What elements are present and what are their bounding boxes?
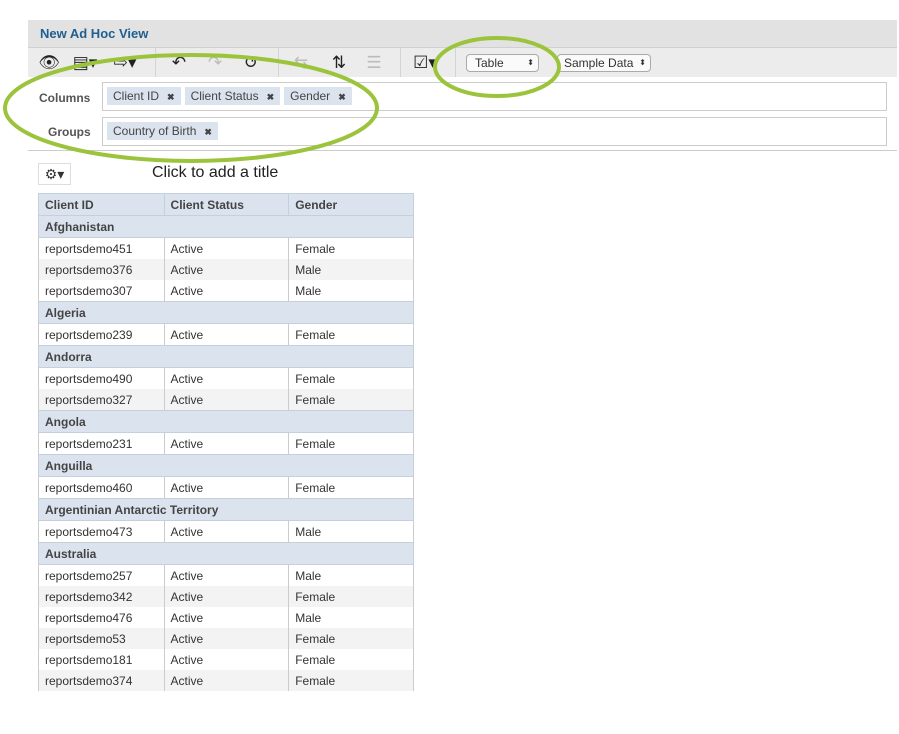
highlight-ellipse — [3, 53, 379, 163]
highlight-ellipse — [433, 36, 561, 98]
highlight-annotations — [3, 36, 561, 163]
